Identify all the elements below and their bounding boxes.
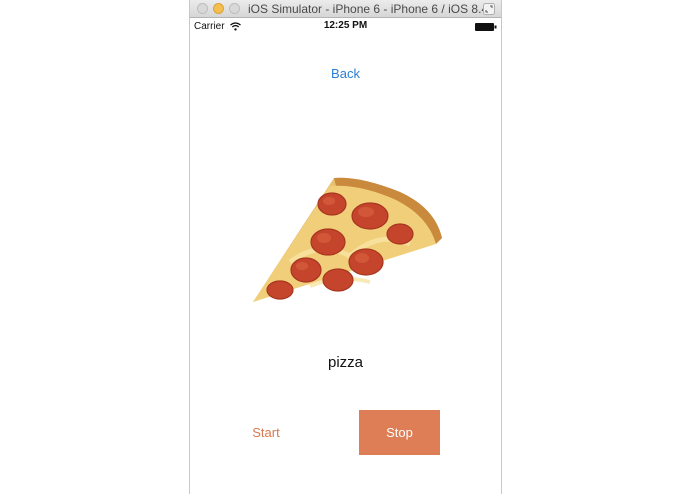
start-button[interactable]: Start	[230, 422, 302, 444]
status-time: 12:25 PM	[323, 20, 368, 31]
window-titlebar: iOS Simulator - iPhone 6 - iPhone 6 / iO…	[190, 0, 501, 18]
ios-status-bar: Carrier 12:25 PM	[190, 18, 501, 36]
pizza-slice-image	[253, 177, 442, 302]
zoom-window-button[interactable]	[229, 3, 240, 14]
back-button[interactable]: Back	[190, 66, 501, 81]
screen: iOS Simulator - iPhone 6 - iPhone 6 / iO…	[0, 0, 695, 494]
food-name-label: pizza	[327, 354, 364, 371]
stop-button[interactable]: Stop	[359, 410, 440, 455]
battery-icon	[475, 23, 497, 31]
simulator-window: iOS Simulator - iPhone 6 - iPhone 6 / iO…	[189, 0, 502, 494]
close-window-button[interactable]	[197, 3, 208, 14]
window-title: iOS Simulator - iPhone 6 - iPhone 6 / iO…	[248, 2, 492, 16]
minimize-window-button[interactable]	[213, 3, 224, 14]
fullscreen-icon[interactable]	[483, 3, 495, 15]
